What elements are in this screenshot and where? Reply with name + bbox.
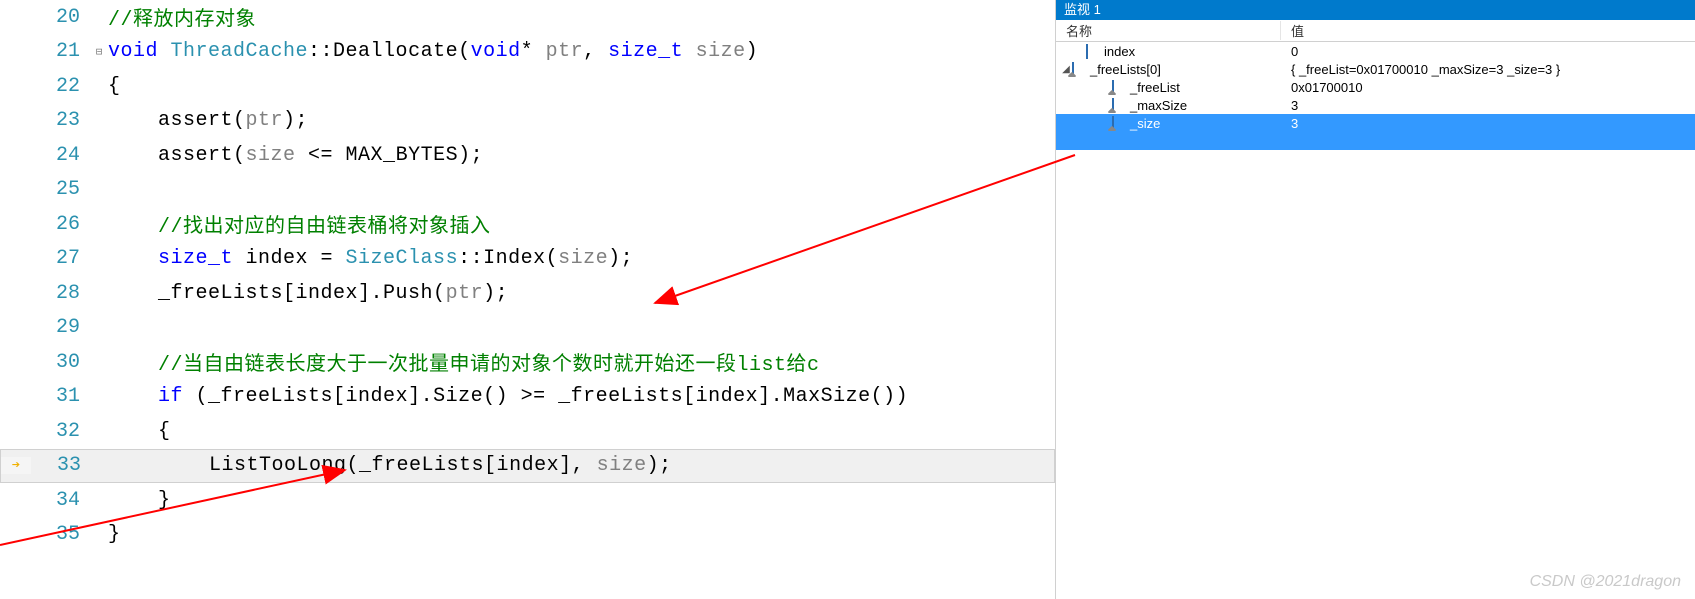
code-line[interactable]: 27 size_t index = SizeClass::Index(size)… (0, 242, 1055, 277)
current-line-arrow-icon: ➔ (12, 457, 20, 474)
watch-var-name[interactable]: _size (1056, 116, 1281, 131)
watch-panel[interactable]: 监视 1 名称 值 index 0◢_freeLists[0]{ _freeLis… (1055, 0, 1695, 599)
watch-var-value: { _freeList=0x01700010 _maxSize=3 _size=… (1281, 62, 1695, 77)
line-number: 28 (30, 282, 90, 305)
line-number: 30 (30, 351, 90, 374)
watch-var-value: 3 (1281, 98, 1695, 113)
code-content[interactable]: size_t index = SizeClass::Index(size); (108, 247, 1055, 270)
cube-lock-icon (1112, 98, 1126, 112)
watch-header-row: 名称 值 (1056, 20, 1695, 42)
line-number: 27 (30, 247, 90, 270)
watch-header-name: 名称 (1056, 21, 1281, 40)
code-content[interactable]: } (108, 523, 1055, 546)
line-number: 23 (30, 109, 90, 132)
breakpoint-gutter[interactable]: ➔ (1, 457, 31, 474)
code-line[interactable]: 35} (0, 518, 1055, 553)
watch-var-value: 3 (1281, 116, 1695, 131)
line-number: 33 (31, 454, 91, 477)
line-number: 24 (30, 144, 90, 167)
code-line[interactable]: ➔ 33 ListTooLong(_freeLists[index], size)… (0, 449, 1055, 484)
watch-row[interactable]: _size 3 (1056, 114, 1695, 132)
code-content[interactable]: assert(size <= MAX_BYTES); (108, 144, 1055, 167)
watch-var-name[interactable]: _freeList (1056, 80, 1281, 95)
watch-var-name-text: index (1104, 44, 1135, 59)
line-number: 34 (30, 489, 90, 512)
code-content[interactable]: } (108, 489, 1055, 512)
code-content[interactable]: //当自由链表长度大于一次批量申请的对象个数时就开始还一段list给c (108, 347, 1055, 377)
watch-var-name-text: _freeList (1130, 80, 1180, 95)
watch-row[interactable]: ◢_freeLists[0]{ _freeList=0x01700010 _ma… (1056, 60, 1695, 78)
line-number: 26 (30, 213, 90, 236)
code-line[interactable]: 28 _freeLists[index].Push(ptr); (0, 276, 1055, 311)
code-content[interactable]: { (108, 420, 1055, 443)
watch-panel-title: 监视 1 (1056, 0, 1695, 20)
line-number: 21 (30, 40, 90, 63)
code-line[interactable]: 31 if (_freeLists[index].Size() >= _free… (0, 380, 1055, 415)
code-content[interactable]: void ThreadCache::Deallocate(void* ptr, … (108, 40, 1055, 63)
code-content[interactable]: if (_freeLists[index].Size() >= _freeLis… (108, 385, 1055, 408)
line-number: 32 (30, 420, 90, 443)
watermark: CSDN @2021dragon (1530, 573, 1681, 591)
line-number: 35 (30, 523, 90, 546)
code-line[interactable]: 26 //找出对应的自由链表桶将对象插入 (0, 207, 1055, 242)
watch-var-name-text: _size (1130, 116, 1160, 131)
code-line[interactable]: 32 { (0, 414, 1055, 449)
code-content[interactable]: assert(ptr); (108, 109, 1055, 132)
fold-gutter[interactable]: ⊟ (90, 45, 108, 59)
watch-var-name[interactable]: index (1056, 44, 1281, 59)
watch-row[interactable]: index 0 (1056, 42, 1695, 60)
watch-var-value: 0 (1281, 44, 1695, 59)
code-content[interactable]: _freeLists[index].Push(ptr); (108, 282, 1055, 305)
cube-icon (1086, 44, 1100, 58)
line-number: 22 (30, 75, 90, 98)
cube-lock-icon (1112, 80, 1126, 94)
watch-var-name-text: _freeLists[0] (1090, 62, 1161, 77)
code-line[interactable]: 21⊟void ThreadCache::Deallocate(void* pt… (0, 35, 1055, 70)
code-content[interactable]: ListTooLong(_freeLists[index], size); (109, 454, 1054, 477)
watch-row[interactable]: _maxSize 3 (1056, 96, 1695, 114)
watch-empty-row[interactable] (1056, 132, 1695, 150)
code-line[interactable]: 24 assert(size <= MAX_BYTES); (0, 138, 1055, 173)
line-number: 29 (30, 316, 90, 339)
code-line[interactable]: 25 (0, 173, 1055, 208)
code-line[interactable]: 29 (0, 311, 1055, 346)
code-content[interactable]: //释放内存对象 (108, 2, 1055, 32)
line-number: 20 (30, 6, 90, 29)
watch-var-name[interactable]: ◢_freeLists[0] (1056, 62, 1281, 77)
line-number: 31 (30, 385, 90, 408)
watch-var-value: 0x01700010 (1281, 80, 1695, 95)
watch-row[interactable]: _freeList 0x01700010 (1056, 78, 1695, 96)
cube-lock-icon (1072, 62, 1086, 76)
code-content[interactable]: //找出对应的自由链表桶将对象插入 (108, 209, 1055, 239)
code-line[interactable]: 30 //当自由链表长度大于一次批量申请的对象个数时就开始还一段list给c (0, 345, 1055, 380)
code-content[interactable]: { (108, 75, 1055, 98)
code-editor[interactable]: 20//释放内存对象21⊟void ThreadCache::Deallocat… (0, 0, 1055, 599)
cube-lock-icon (1112, 116, 1126, 130)
code-line[interactable]: 22 { (0, 69, 1055, 104)
watch-var-name-text: _maxSize (1130, 98, 1187, 113)
code-line[interactable]: 20 //释放内存对象 (0, 0, 1055, 35)
watch-var-name[interactable]: _maxSize (1056, 98, 1281, 113)
line-number: 25 (30, 178, 90, 201)
code-line[interactable]: 34 } (0, 483, 1055, 518)
code-line[interactable]: 23 assert(ptr); (0, 104, 1055, 139)
watch-header-value: 值 (1281, 21, 1695, 40)
